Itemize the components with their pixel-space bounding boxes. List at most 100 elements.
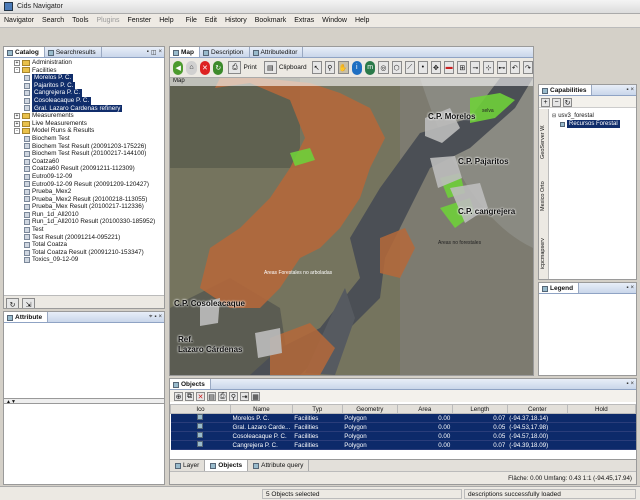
expander-icon[interactable]: + (14, 112, 20, 119)
tree-leaf[interactable]: Run_1d_All2010 Result (20100330-185952) (6, 218, 164, 226)
menu-help-2[interactable]: Help (351, 17, 373, 24)
expander-icon[interactable]: + (14, 120, 20, 127)
tab-catalog[interactable]: Catalog (4, 47, 45, 57)
refresh-icon[interactable]: ↻ (6, 298, 19, 308)
menu-history[interactable]: History (221, 17, 251, 24)
snap-icon[interactable]: ⊞ (457, 61, 468, 74)
tree-leaf[interactable]: Gral. Lazaro Cardenas refinery (6, 104, 164, 113)
col-name[interactable]: Name (230, 404, 293, 414)
tree-folder[interactable]: + Administration (6, 59, 164, 67)
map-canvas[interactable]: Map C.P. Morelos selva C.P. Pajaritos C.… (170, 78, 533, 375)
tree-folder[interactable]: - Facilities (6, 67, 164, 75)
cap-tree-layer[interactable]: Recursos Forestal (552, 120, 620, 128)
pin-icon[interactable]: ⌖ (149, 314, 152, 321)
table-row[interactable]: Cangrejera P. C. Facilities Polygon 0.00 0.0… (170, 440, 636, 450)
add-server-icon[interactable]: + (541, 98, 550, 107)
menu-file[interactable]: File (182, 17, 201, 24)
remove-icon[interactable]: ▬ (444, 61, 455, 74)
tab-legend[interactable]: Legend (539, 283, 580, 293)
expander-icon[interactable]: - (14, 67, 20, 74)
side-tab-icpcmapserv[interactable]: icpcmapserv (540, 217, 546, 269)
attach-icon[interactable]: ⊸ (470, 61, 481, 74)
menu-window[interactable]: Window (318, 17, 351, 24)
tree-leaf[interactable]: Prueba_Mex2 Result (20100218-113055) (6, 196, 164, 204)
redo-icon[interactable]: ↷ (522, 61, 533, 74)
clipboard-button[interactable]: ▤ Clipboard (262, 61, 309, 74)
col-geometry[interactable]: Geometry (341, 404, 398, 414)
print-icon[interactable]: ⎙ (218, 392, 227, 401)
pan-icon[interactable]: ✋ (337, 61, 349, 74)
cap-tree-root[interactable]: ⊟ usv3_forestal (552, 112, 620, 120)
tree-leaf[interactable]: Cosoleacaque P. C. (6, 96, 164, 105)
close-icon[interactable]: × (630, 285, 634, 291)
refresh-icon[interactable]: ↻ (563, 98, 572, 107)
print-button[interactable]: ⎙ Print (226, 61, 258, 74)
zoom-icon[interactable]: ⚲ (324, 61, 335, 74)
tab-objects-title[interactable]: Objects (170, 379, 211, 389)
back-icon[interactable]: ◀ (173, 60, 184, 75)
expander-icon[interactable]: + (14, 59, 20, 66)
tree-leaf[interactable]: Toxics_09-12-09 (6, 256, 164, 264)
menu-tools[interactable]: Tools (68, 17, 92, 24)
tree-leaf[interactable]: Pajaritos P. C. (6, 81, 164, 90)
tree-folder[interactable]: - Model Runs & Results (6, 127, 164, 135)
delete-icon[interactable]: ✕ (196, 392, 205, 401)
point-icon[interactable]: • (417, 61, 428, 74)
table-row[interactable]: Morelos P. C. Facilities Polygon 0.00 0.07 (-… (170, 413, 636, 423)
col-length[interactable]: Length (451, 404, 508, 414)
maximize-icon[interactable]: ▪ (626, 381, 628, 387)
attribute-splitter[interactable]: ▲▼ (4, 398, 164, 405)
tree-leaf[interactable]: Biochem Test Result (20100217-144100) (6, 150, 164, 158)
info-icon[interactable]: i (351, 60, 362, 75)
menu-search[interactable]: Search (38, 17, 68, 24)
remove-server-icon[interactable]: − (552, 98, 561, 107)
col-center[interactable]: Center (506, 404, 568, 414)
select-all-icon[interactable]: ▦ (251, 392, 260, 401)
menu-extras[interactable]: Extras (290, 17, 318, 24)
restore-icon[interactable]: ◫ (151, 49, 157, 56)
move-icon[interactable]: ✥ (430, 61, 442, 74)
split-icon[interactable]: ⊹ (483, 61, 494, 74)
close-icon[interactable]: × (158, 314, 162, 320)
collapse-icon[interactable]: ⇲ (22, 298, 35, 308)
tab-objects[interactable]: Objects (205, 460, 249, 471)
tab-layer[interactable]: Layer (170, 460, 206, 471)
table-row[interactable]: Cosoleacaque P. C. Facilities Polygon 0.00 0… (170, 431, 636, 441)
tree-leaf[interactable]: Test (6, 226, 164, 234)
table-row[interactable]: Gral. Lazaro Carde... Facilities Polygon 0.… (170, 422, 636, 432)
polygon-icon[interactable]: ⬡ (391, 61, 402, 74)
maximize-icon[interactable]: ▪ (147, 49, 149, 55)
close-icon[interactable]: × (630, 87, 634, 93)
close-icon[interactable]: × (630, 381, 634, 387)
join-icon[interactable]: ⊷ (496, 61, 507, 74)
tree-leaf[interactable]: Coatza60 Result (20091211-112309) (6, 165, 164, 173)
maximize-icon[interactable]: ▪ (626, 285, 628, 291)
tree-leaf[interactable]: Eutro09-12-09 (6, 173, 164, 181)
tree-leaf[interactable]: Biochem Test (6, 135, 164, 143)
side-tab-mexico-orto[interactable]: Mexico Orto (540, 167, 546, 211)
maximize-icon[interactable]: ▪ (626, 87, 628, 93)
tab-attributeditor[interactable]: Attributeditor (250, 47, 304, 57)
tree-folder[interactable]: + Measurements (6, 112, 164, 120)
col-ico[interactable]: Ico (170, 404, 231, 414)
menu-edit[interactable]: Edit (201, 17, 221, 24)
col-typ[interactable]: Typ (291, 404, 343, 414)
tree-leaf[interactable]: Coatza60 (6, 158, 164, 166)
menu-bookmark[interactable]: Bookmark (251, 17, 291, 24)
col-hold[interactable]: Hold (566, 404, 636, 414)
export-icon[interactable]: ⇥ (240, 392, 249, 401)
tree-leaf[interactable]: Total Coatza (6, 241, 164, 249)
tree-leaf[interactable]: Prueba_Mex Result (20100217-112336) (6, 203, 164, 211)
tree-leaf[interactable]: Prueba_Mex2 (6, 188, 164, 196)
tab-map[interactable]: Map (170, 47, 200, 57)
menu-fenster[interactable]: Fenster (123, 17, 155, 24)
col-area[interactable]: Area (396, 404, 453, 414)
tree-leaf[interactable]: Morelos P. C. (6, 74, 164, 82)
refresh-icon[interactable]: ↻ (213, 60, 224, 75)
stop-icon[interactable]: ✕ (199, 60, 211, 75)
side-tab-geoserver[interactable]: GeoServer W. (540, 113, 546, 159)
tree-folder[interactable]: + Live Measurements (6, 120, 164, 128)
tab-attribute-query[interactable]: Attribute query (248, 460, 310, 471)
copy-icon[interactable]: ⧉ (185, 392, 194, 401)
menu-help[interactable]: Help (155, 17, 177, 24)
